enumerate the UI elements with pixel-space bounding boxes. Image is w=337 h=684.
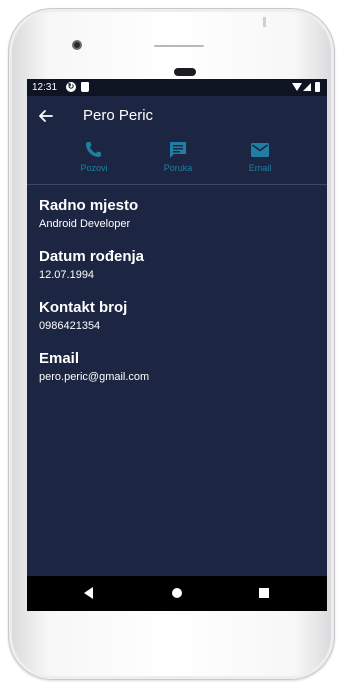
mail-icon	[249, 140, 271, 160]
arrow-back-icon[interactable]	[37, 107, 55, 125]
nav-back-icon[interactable]	[84, 587, 93, 599]
email-field: Email pero.peric@gmail.com	[39, 349, 319, 400]
job-title-field: Radno mjesto Android Developer	[39, 196, 319, 247]
nav-home-icon[interactable]	[172, 588, 182, 598]
contact-number-field: Kontakt broj 0986421354	[39, 298, 319, 349]
divider	[27, 184, 327, 185]
nav-recents-icon[interactable]	[259, 588, 269, 598]
contact-details: Radno mjesto Android Developer Datum rođ…	[39, 196, 319, 400]
battery-icon	[315, 82, 320, 92]
status-bar: 12:31 ↻	[27, 79, 327, 96]
app-bar: Pero Peric	[27, 96, 327, 136]
sync-icon: ↻	[66, 82, 76, 92]
field-label: Kontakt broj	[39, 299, 128, 316]
call-label: Pozovi	[80, 163, 108, 173]
field-value: pero.peric@gmail.com	[39, 371, 150, 383]
field-value: Android Developer	[39, 218, 131, 230]
message-icon	[167, 140, 189, 160]
email-button[interactable]: Email	[230, 140, 290, 180]
front-camera	[72, 40, 82, 50]
field-label: Radno mjesto	[39, 197, 139, 214]
field-label: Email	[39, 350, 80, 367]
field-value: 12.07.1994	[39, 269, 95, 281]
wifi-icon	[292, 83, 302, 91]
contact-name-title: Pero Peric	[83, 107, 154, 124]
email-label: Email	[248, 163, 272, 173]
field-value: 0986421354	[39, 320, 101, 332]
message-button[interactable]: Poruka	[148, 140, 208, 180]
status-time: 12:31	[32, 82, 58, 93]
signal-icon	[303, 83, 311, 91]
sd-card-icon	[81, 82, 89, 92]
navigation-bar	[27, 576, 327, 611]
birth-date-field: Datum rođenja 12.07.1994	[39, 247, 319, 298]
phone-icon	[83, 140, 105, 160]
message-label: Poruka	[163, 163, 193, 173]
earpiece	[174, 68, 196, 76]
speaker-grille	[154, 45, 204, 47]
screen: 12:31 ↻ Pero Peric Pozovi Poruka Email R…	[27, 79, 327, 611]
field-label: Datum rođenja	[39, 248, 145, 265]
call-button[interactable]: Pozovi	[64, 140, 124, 180]
contact-actions: Pozovi Poruka Email	[27, 136, 327, 184]
power-button	[263, 17, 266, 27]
